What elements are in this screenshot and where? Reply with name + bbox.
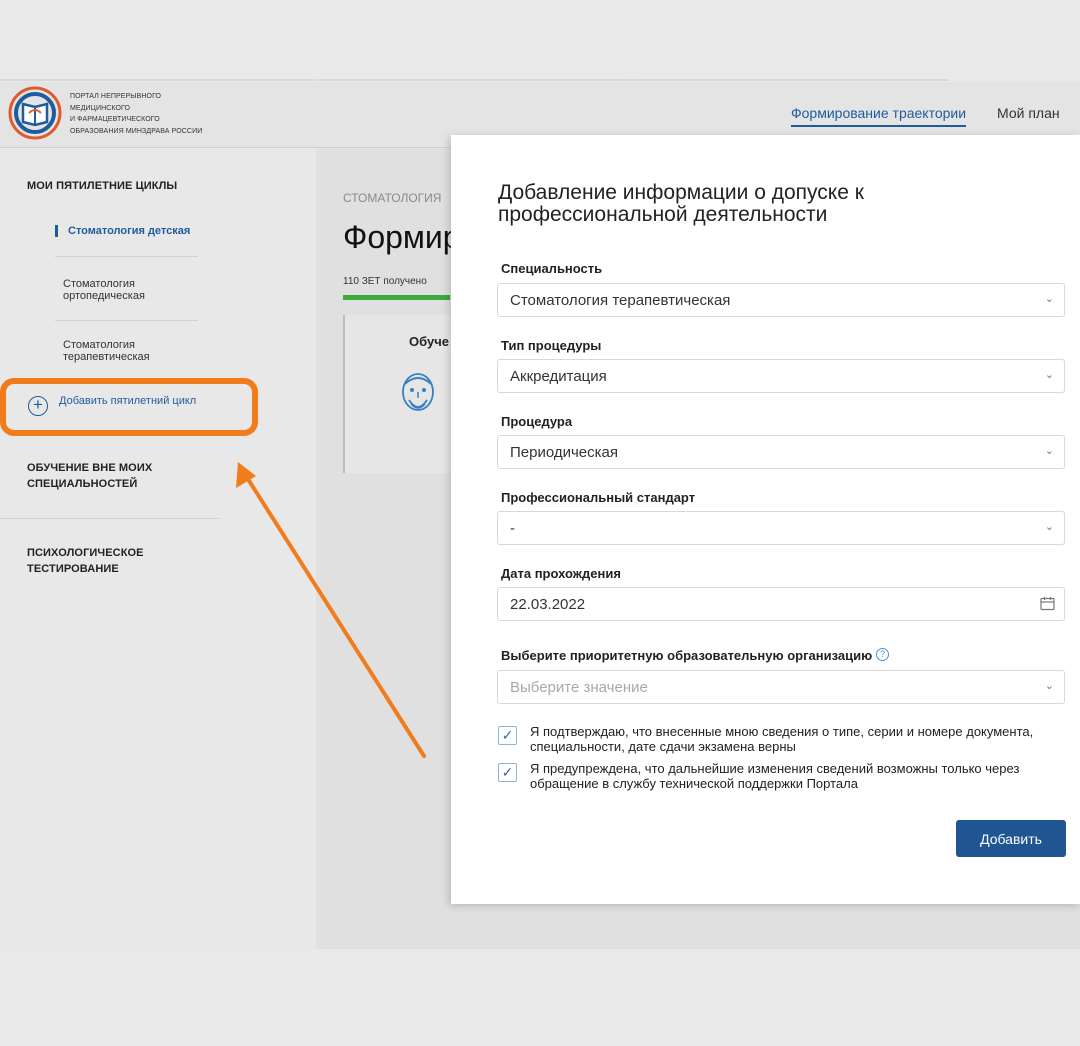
sidebar-item-pediatric-dentistry[interactable]: Стоматология детская: [55, 225, 190, 237]
date-label: Дата прохождения: [501, 566, 621, 581]
sidebar-item-psych-testing[interactable]: Психологическое тестирование: [27, 545, 177, 577]
portal-logo[interactable]: [6, 84, 64, 142]
top-strip: [0, 0, 1080, 82]
top-divider: [0, 79, 314, 81]
training-card[interactable]: Обуче: [343, 315, 458, 473]
chevron-down-icon: ⌄: [1044, 445, 1054, 457]
organization-select[interactable]: Выберите значение ⌄: [497, 670, 1065, 704]
sidebar-item-label: Стоматология детская: [68, 225, 191, 237]
organization-label-text: Выберите приоритетную образовательную ор…: [501, 648, 873, 663]
breadcrumb[interactable]: Стоматология: [343, 191, 441, 205]
sidebar: Мои пятилетние циклы Стоматология детска…: [0, 149, 316, 1046]
acknowledge-checkbox[interactable]: ✓: [498, 763, 517, 782]
add-cycle-button[interactable]: + Добавить пятилетний цикл: [0, 378, 258, 436]
chevron-down-icon: ⌄: [1044, 521, 1054, 533]
divider: [55, 320, 198, 321]
procedure-select[interactable]: Периодическая ⌄: [497, 435, 1065, 469]
card-title: Обуче: [409, 334, 449, 349]
procedure-type-select[interactable]: Аккредитация ⌄: [497, 359, 1065, 393]
top-divider: [316, 79, 631, 81]
procedure-type-label: Тип процедуры: [501, 338, 602, 353]
bottom-strip: [0, 949, 1080, 1046]
help-icon[interactable]: ?: [876, 648, 890, 661]
portal-name-line: образования Минздрава России: [70, 127, 203, 135]
hippocrates-icon: [397, 370, 439, 427]
sidebar-item-therapeutic-dentistry[interactable]: Стоматология терапевтическая: [63, 339, 183, 363]
portal-name-line: и фармацевтического: [70, 116, 160, 124]
procedure-value: Периодическая: [510, 444, 619, 461]
sidebar-item-other-training[interactable]: Обучение вне моих специальностей: [27, 460, 197, 492]
top-divider: [633, 79, 949, 81]
plus-circle-icon: +: [28, 396, 48, 416]
nav-my-plan[interactable]: Мой план: [997, 105, 1060, 121]
zet-counter: 110 ЗЕТ получено: [343, 276, 427, 287]
zet-progress-fill: [343, 295, 450, 300]
confirm-data-checkbox[interactable]: ✓: [498, 726, 517, 745]
zet-progress-bar: [343, 295, 453, 300]
prof-standard-value: -: [510, 520, 515, 537]
divider: [55, 256, 198, 257]
add-button[interactable]: Добавить: [956, 820, 1066, 857]
chevron-down-icon: ⌄: [1044, 680, 1054, 692]
chevron-down-icon: ⌄: [1044, 293, 1054, 305]
prof-standard-label: Профессиональный стандарт: [501, 490, 696, 505]
page-title: Формир: [343, 219, 461, 255]
organization-placeholder: Выберите значение: [510, 679, 648, 696]
portal-name: Портал непрерывного медицинского и фарма…: [70, 91, 230, 137]
sidebar-item-orthopedic-dentistry[interactable]: Стоматология ортопедическая: [63, 278, 183, 302]
procedure-type-value: Аккредитация: [510, 368, 607, 385]
chevron-down-icon: ⌄: [1044, 369, 1054, 381]
add-cycle-label: Добавить пятилетний цикл: [59, 395, 197, 407]
cycles-heading: Мои пятилетние циклы: [27, 180, 178, 192]
organization-label: Выберите приоритетную образовательную ор…: [501, 648, 890, 663]
portal-name-line: Портал непрерывного: [70, 93, 162, 100]
confirm-data-text: Я подтверждаю, что внесенные мною сведен…: [530, 724, 1034, 754]
portal-name-line: медицинского: [70, 104, 131, 112]
modal-title: Добавление информации о допуске к профес…: [498, 181, 864, 226]
calendar-icon[interactable]: [1040, 596, 1055, 616]
nav-trajectory[interactable]: Формирование траектории: [791, 105, 967, 127]
acknowledge-text: Я предупреждена, что дальнейшие изменени…: [530, 761, 1020, 791]
prof-standard-select[interactable]: - ⌄: [497, 511, 1065, 545]
divider: [0, 518, 220, 519]
specialty-select[interactable]: Стоматология терапевтическая ⌄: [497, 283, 1065, 317]
specialty-label: Специальность: [501, 261, 603, 276]
specialty-value: Стоматология терапевтическая: [510, 292, 731, 309]
procedure-label: Процедура: [501, 414, 573, 429]
admission-modal: Добавление информации о допуске к профес…: [451, 135, 1080, 904]
date-value: 22.03.2022: [510, 596, 586, 613]
date-input[interactable]: 22.03.2022: [497, 587, 1065, 621]
